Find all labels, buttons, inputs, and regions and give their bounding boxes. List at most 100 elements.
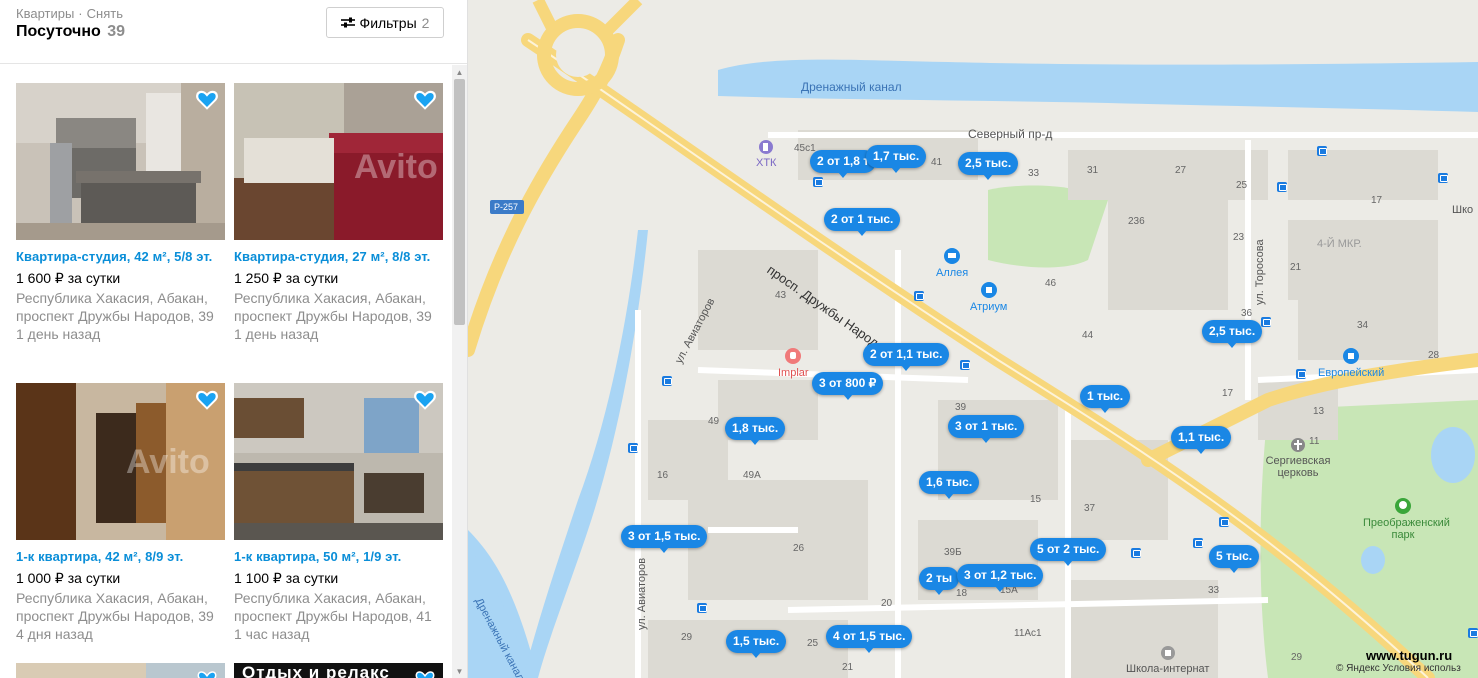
site-watermark: www.tugun.ru xyxy=(1366,648,1453,663)
price-pin[interactable]: 1 тыс. xyxy=(1080,385,1131,413)
house-number: 23 xyxy=(1233,232,1245,243)
price-pin[interactable]: 2,5 тыс. xyxy=(958,152,1019,180)
bus-stop-icon[interactable] xyxy=(914,291,924,301)
price-pin[interactable]: 3 от 1 тыс. xyxy=(948,415,1025,443)
listings-panel: Квартиры · Снять Посуточно 39 Фильтры 2 xyxy=(0,0,468,678)
poi-park[interactable]: Преображенский парк xyxy=(1363,498,1450,541)
house-number: 39 xyxy=(955,402,967,413)
fuel-station-icon xyxy=(759,140,774,154)
house-number: 11 xyxy=(1309,436,1320,447)
bus-stop-icon[interactable] xyxy=(1131,548,1141,558)
listing-photo[interactable]: Avito xyxy=(16,383,225,540)
listing-photo[interactable]: Отдых и релакс xyxy=(234,663,443,678)
dental-clinic-icon xyxy=(785,348,802,364)
price-pin[interactable]: 5 от 2 тыс. xyxy=(1030,538,1107,566)
bus-stop-icon[interactable] xyxy=(813,177,823,187)
listing-card[interactable]: Avito 1-к квартира, 42 м², 8/9 эт. 1 000… xyxy=(16,383,226,644)
listing-card[interactable]: Квартира-студия, 42 м², 5/8 эт. 1 600 ₽ … xyxy=(16,83,226,344)
poi-school[interactable]: Школа-интернат xyxy=(1126,646,1209,675)
listing-card-partial[interactable]: Отдых и релакс xyxy=(234,663,444,678)
listing-photo[interactable] xyxy=(16,83,225,240)
price-pin[interactable]: 2 от 1,1 тыс. xyxy=(863,343,950,371)
house-number: 49А xyxy=(743,470,761,481)
favorite-heart-icon[interactable] xyxy=(196,669,218,678)
poi-htk[interactable]: ХТК xyxy=(756,140,776,169)
price-pin[interactable]: 1,6 тыс. xyxy=(919,471,980,499)
house-number: 29 xyxy=(681,632,693,643)
price-pin[interactable]: 1,1 тыс. xyxy=(1171,426,1232,454)
price-pin[interactable]: 4 от 1,5 тыс. xyxy=(826,625,913,653)
bus-stop-icon[interactable] xyxy=(1468,628,1478,638)
price-pin[interactable]: 3 от 1,5 тыс. xyxy=(621,525,708,553)
listing-title[interactable]: Квартира-студия, 27 м², 8/8 эт. xyxy=(234,248,444,266)
house-number: 49 xyxy=(708,416,720,427)
scroll-thumb[interactable] xyxy=(454,79,465,325)
map-attribution[interactable]: © Яндекс Условия использ xyxy=(1336,663,1461,674)
price-pin[interactable]: 5 тыс. xyxy=(1209,545,1260,573)
house-number: 37 xyxy=(1084,503,1096,514)
house-number: 17 xyxy=(1222,388,1234,399)
bus-stop-icon[interactable] xyxy=(960,360,970,370)
bus-stop-icon[interactable] xyxy=(1438,173,1448,183)
poi-park-label: Преображенский парк xyxy=(1363,517,1450,541)
bus-stop-icon[interactable] xyxy=(697,603,707,613)
map[interactable]: Дренажный канал Северный пр-д просп. Дру… xyxy=(468,0,1478,678)
house-number: 13 xyxy=(1313,406,1325,417)
listing-date: 4 дня назад xyxy=(16,626,93,642)
bus-stop-icon[interactable] xyxy=(1193,538,1203,548)
breadcrumb-item-apartments[interactable]: Квартиры xyxy=(16,6,74,21)
price-pin[interactable]: 1,7 тыс. xyxy=(866,145,927,173)
price-pin[interactable]: 3 от 1,2 тыс. xyxy=(957,564,1044,592)
price-pin[interactable]: 2 ты xyxy=(919,567,960,595)
house-number: 25 xyxy=(807,638,819,649)
price-pin[interactable]: 1,8 тыс. xyxy=(725,417,786,445)
shopping-bag-icon xyxy=(1343,348,1360,364)
listing-title[interactable]: Квартира-студия, 42 м², 5/8 эт. xyxy=(16,248,226,266)
bus-stop-icon[interactable] xyxy=(1296,369,1306,379)
poi-htk-label: ХТК xyxy=(756,157,777,169)
favorite-heart-icon[interactable] xyxy=(196,90,218,110)
favorite-heart-icon[interactable] xyxy=(414,669,436,678)
poi-implant[interactable]: Implar xyxy=(778,348,809,379)
church-icon xyxy=(1291,438,1305,452)
listing-price: 1 000 ₽ за сутки xyxy=(16,570,121,586)
favorite-heart-icon[interactable] xyxy=(414,90,436,110)
listing-photo[interactable] xyxy=(16,663,225,678)
listing-title[interactable]: 1-к квартира, 42 м², 8/9 эт. xyxy=(16,548,226,566)
breadcrumb-item-rent[interactable]: Снять xyxy=(87,6,123,21)
poi-church-label: Сергиевская церковь xyxy=(1265,455,1331,479)
listing-card[interactable]: 1-к квартира, 50 м², 1/9 эт. 1 100 ₽ за … xyxy=(234,383,444,644)
listing-card-partial[interactable] xyxy=(16,663,226,678)
listing-photo[interactable]: Avito xyxy=(234,83,443,240)
price-pin[interactable]: 2,5 тыс. xyxy=(1202,320,1263,348)
price-pin[interactable]: 3 от 800 ₽ xyxy=(812,372,884,400)
house-number: 33 xyxy=(1208,585,1220,596)
house-number: 44 xyxy=(1082,330,1094,341)
scroll-down-arrow-icon[interactable]: ▼ xyxy=(452,664,467,678)
bus-stop-icon[interactable] xyxy=(1277,182,1287,192)
bus-stop-icon[interactable] xyxy=(1261,317,1271,327)
bus-stop-icon[interactable] xyxy=(662,376,672,386)
bus-stop-icon[interactable] xyxy=(1317,146,1327,156)
poi-alleya[interactable]: Аллея xyxy=(936,248,968,279)
favorite-heart-icon[interactable] xyxy=(196,390,218,410)
poi-atrium[interactable]: Атриум xyxy=(970,282,1007,313)
bus-stop-icon[interactable] xyxy=(1219,517,1229,527)
filters-button[interactable]: Фильтры 2 xyxy=(326,7,444,38)
listing-card[interactable]: Avito Квартира-студия, 27 м², 8/8 эт. 1 … xyxy=(234,83,444,344)
favorite-heart-icon[interactable] xyxy=(414,390,436,410)
listing-scrollbar[interactable]: ▲ ▼ xyxy=(452,65,467,678)
poi-church[interactable]: Сергиевская церковь xyxy=(1258,438,1338,479)
price-pin[interactable]: 2 от 1 тыс. xyxy=(824,208,901,236)
house-number: 27 xyxy=(1175,165,1187,176)
listing-photo[interactable] xyxy=(234,383,443,540)
listing-title[interactable]: 1-к квартира, 50 м², 1/9 эт. xyxy=(234,548,444,566)
poi-school-top-label: Шко xyxy=(1452,204,1474,216)
house-number: 21 xyxy=(1290,262,1302,273)
poi-evropeisky[interactable]: Европейский xyxy=(1318,348,1384,379)
bus-stop-icon[interactable] xyxy=(628,443,638,453)
panel-header: Квартиры · Снять Посуточно 39 Фильтры 2 xyxy=(0,0,467,64)
price-pin[interactable]: 1,5 тыс. xyxy=(726,630,787,658)
scroll-up-arrow-icon[interactable]: ▲ xyxy=(452,65,467,79)
listing-price: 1 600 ₽ за сутки xyxy=(16,270,121,286)
